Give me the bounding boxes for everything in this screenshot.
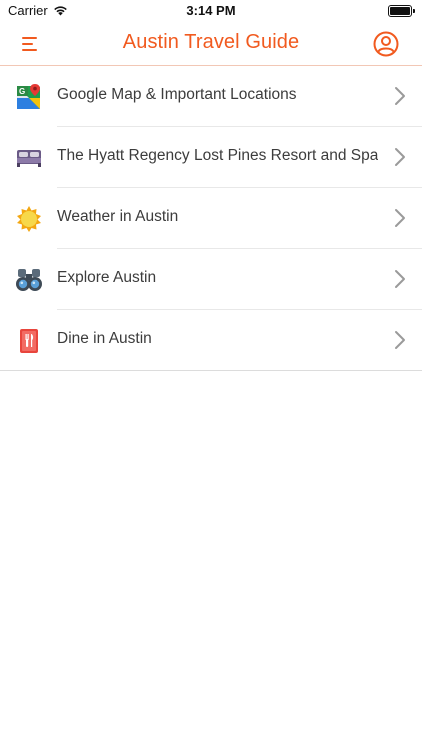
list-item-hyatt-regency[interactable]: The Hyatt Regency Lost Pines Resort and … <box>0 127 422 188</box>
list-item-label: The Hyatt Regency Lost Pines Resort and … <box>57 147 379 164</box>
list-item-label: Weather in Austin <box>57 208 179 225</box>
menu-list: G Google Map & Important Locations The H… <box>0 66 422 371</box>
list-item-google-map[interactable]: G Google Map & Important Locations <box>0 66 422 127</box>
chevron-right-icon <box>395 148 405 166</box>
list-item-label: Google Map & Important Locations <box>57 86 297 103</box>
google-maps-icon: G <box>17 84 40 109</box>
svg-text:G: G <box>19 87 25 96</box>
chevron-right-icon <box>395 87 405 105</box>
binoculars-icon <box>16 269 42 291</box>
list-item-label: Dine in Austin <box>57 330 152 347</box>
restaurant-menu-icon <box>20 329 38 353</box>
bed-icon <box>17 150 41 167</box>
list-item-label: Explore Austin <box>57 269 157 286</box>
page-title: Austin Travel Guide <box>122 31 300 53</box>
list-item-weather[interactable]: Weather in Austin <box>0 188 422 249</box>
chevron-right-icon <box>395 331 405 349</box>
chevron-right-icon <box>395 209 405 227</box>
sun-icon <box>17 206 41 232</box>
chevron-right-icon <box>395 270 405 288</box>
profile-icon[interactable] <box>373 31 399 57</box>
status-bar: Carrier 3:14 PM <box>0 0 422 22</box>
navigation-bar: Austin Travel Guide <box>0 22 422 66</box>
list-item-dine[interactable]: Dine in Austin <box>0 310 422 371</box>
status-time: 3:14 PM <box>186 3 236 18</box>
battery-icon <box>388 5 415 17</box>
list-item-explore[interactable]: Explore Austin <box>0 249 422 310</box>
